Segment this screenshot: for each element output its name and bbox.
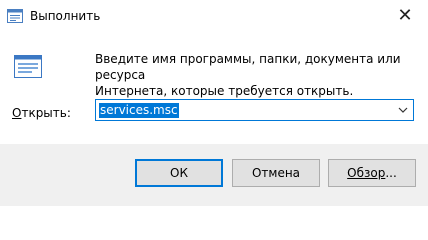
open-combobox[interactable]: services.msc [95,99,414,121]
description-line-1: Введите имя программы, папки, документа … [95,52,401,82]
dialog-description: Введите имя программы, папки, документа … [95,51,415,99]
run-app-icon [7,9,23,23]
ok-button[interactable]: ОК [135,159,223,187]
close-icon: ✕ [397,5,413,26]
chevron-down-icon[interactable] [395,102,411,118]
browse-button-label: Обзор... [347,166,397,180]
title-bar: Выполнить ✕ [0,0,428,32]
window-title: Выполнить [30,9,101,23]
run-dialog: Выполнить ✕ Введите имя программы, папки… [0,0,428,206]
open-label-text: ткрыть: [21,106,71,120]
browse-label-mnemonic: Обзор [347,166,386,180]
cancel-button-label: Отмена [251,166,301,180]
browse-button[interactable]: Обзор... [328,159,416,187]
close-button[interactable]: ✕ [382,0,428,32]
browse-label-ellipsis: ... [385,166,397,180]
open-label: Открыть: [12,106,71,120]
open-input-value[interactable]: services.msc [99,103,179,118]
cancel-button[interactable]: Отмена [232,159,320,187]
ok-button-label: ОК [170,166,188,180]
description-line-2: Интернета, которые требуется открыть. [95,84,354,98]
run-dialog-icon [14,55,42,78]
